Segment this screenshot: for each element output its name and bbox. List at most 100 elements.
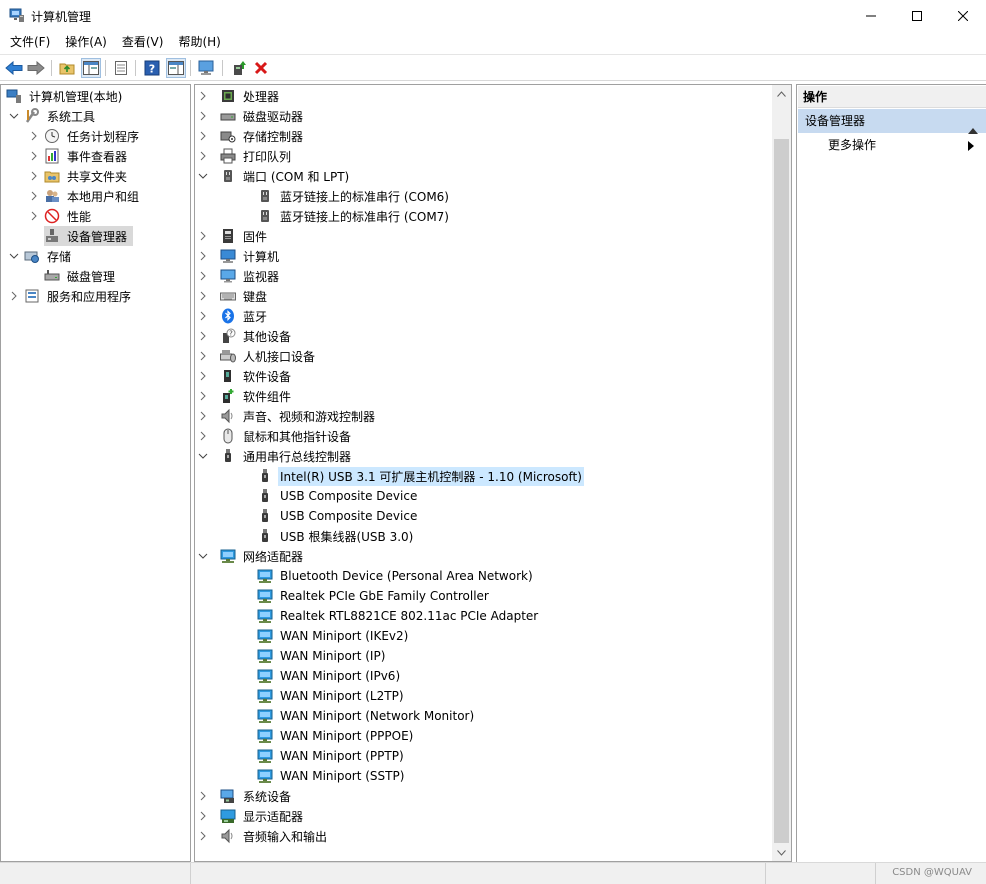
chevron-right-icon[interactable] bbox=[197, 370, 209, 382]
chevron-right-icon[interactable] bbox=[197, 430, 209, 442]
chevron-right-icon[interactable] bbox=[28, 170, 40, 182]
tree-item-system-tools[interactable]: 系统工具 bbox=[8, 106, 97, 126]
device-category[interactable]: 软件设备 bbox=[200, 366, 293, 386]
scroll-up-arrow-icon[interactable] bbox=[772, 85, 791, 102]
chevron-right-icon[interactable] bbox=[197, 790, 209, 802]
show-hide-tree-icon[interactable] bbox=[81, 58, 101, 78]
device-item[interactable]: Realtek RTL8821CE 802.11ac PCIe Adapter bbox=[257, 606, 540, 626]
collapse-up-icon[interactable] bbox=[968, 118, 978, 142]
device-category[interactable]: 监视器 bbox=[200, 266, 281, 286]
device-item[interactable]: WAN Miniport (PPTP) bbox=[257, 746, 406, 766]
uninstall-device-icon[interactable] bbox=[251, 58, 271, 78]
chevron-right-icon[interactable] bbox=[197, 350, 209, 362]
device-category[interactable]: 打印队列 bbox=[200, 146, 293, 166]
device-category[interactable]: 端口 (COM 和 LPT) bbox=[198, 166, 351, 186]
chevron-right-icon[interactable] bbox=[8, 290, 20, 302]
device-item[interactable]: 蓝牙链接上的标准串行 (COM6) bbox=[257, 186, 451, 206]
device-category[interactable]: 键盘 bbox=[200, 286, 269, 306]
submenu-right-icon[interactable] bbox=[968, 140, 974, 154]
menu-action[interactable]: 操作(A) bbox=[60, 31, 112, 53]
chevron-right-icon[interactable] bbox=[197, 130, 209, 142]
device-category[interactable]: 鼠标和其他指针设备 bbox=[200, 426, 353, 446]
chevron-down-icon[interactable] bbox=[197, 450, 209, 462]
chevron-right-icon[interactable] bbox=[28, 130, 40, 142]
device-item[interactable]: WAN Miniport (L2TP) bbox=[257, 686, 406, 706]
device-category[interactable]: ? 其他设备 bbox=[200, 326, 293, 346]
close-button[interactable] bbox=[940, 0, 986, 31]
chevron-right-icon[interactable] bbox=[197, 330, 209, 342]
back-arrow-icon[interactable] bbox=[4, 58, 24, 78]
device-category[interactable]: 蓝牙 bbox=[200, 306, 269, 326]
chevron-right-icon[interactable] bbox=[197, 830, 209, 842]
chevron-right-icon[interactable] bbox=[197, 270, 209, 282]
tree-item-storage[interactable]: 存储 bbox=[8, 246, 73, 266]
chevron-right-icon[interactable] bbox=[197, 310, 209, 322]
up-folder-icon[interactable] bbox=[57, 58, 77, 78]
device-item[interactable]: WAN Miniport (IPv6) bbox=[257, 666, 402, 686]
device-item[interactable]: Bluetooth Device (Personal Area Network) bbox=[257, 566, 535, 586]
chevron-right-icon[interactable] bbox=[197, 810, 209, 822]
device-item[interactable]: USB 根集线器(USB 3.0) bbox=[257, 526, 415, 546]
help-icon[interactable]: ? bbox=[142, 58, 162, 78]
device-category[interactable]: 软件组件 bbox=[200, 386, 293, 406]
device-item[interactable]: WAN Miniport (Network Monitor) bbox=[257, 706, 476, 726]
device-category[interactable]: 计算机 bbox=[200, 246, 281, 266]
chevron-right-icon[interactable] bbox=[197, 90, 209, 102]
more-actions-item[interactable]: 更多操作 bbox=[828, 135, 876, 155]
device-category[interactable]: 通用串行总线控制器 bbox=[198, 446, 353, 466]
update-driver-icon[interactable] bbox=[229, 58, 249, 78]
show-action-pane-icon[interactable] bbox=[166, 58, 186, 78]
chevron-right-icon[interactable] bbox=[28, 210, 40, 222]
device-item[interactable]: Realtek PCIe GbE Family Controller bbox=[257, 586, 491, 606]
menu-help[interactable]: 帮助(H) bbox=[173, 31, 225, 53]
chevron-right-icon[interactable] bbox=[28, 190, 40, 202]
chevron-down-icon[interactable] bbox=[8, 250, 20, 262]
maximize-button[interactable] bbox=[894, 0, 940, 31]
tree-item-services-applications[interactable]: 服务和应用程序 bbox=[8, 286, 133, 306]
device-category[interactable]: 磁盘驱动器 bbox=[200, 106, 305, 126]
tree-item-performance[interactable]: 性能 bbox=[28, 206, 93, 226]
chevron-right-icon[interactable] bbox=[197, 290, 209, 302]
chevron-right-icon[interactable] bbox=[197, 410, 209, 422]
menu-view[interactable]: 查看(V) bbox=[117, 31, 169, 53]
actions-section-device-manager[interactable]: 设备管理器 bbox=[798, 109, 986, 134]
chevron-right-icon[interactable] bbox=[197, 390, 209, 402]
chevron-right-icon[interactable] bbox=[197, 250, 209, 262]
vertical-scrollbar[interactable] bbox=[772, 85, 791, 861]
device-item[interactable]: WAN Miniport (SSTP) bbox=[257, 766, 406, 786]
device-item[interactable]: 蓝牙链接上的标准串行 (COM7) bbox=[257, 206, 451, 226]
menu-file[interactable]: 文件(F) bbox=[5, 31, 55, 53]
scroll-down-arrow-icon[interactable] bbox=[772, 844, 791, 861]
device-category[interactable]: 音频输入和输出 bbox=[200, 826, 329, 846]
tree-item-event-viewer[interactable]: 事件查看器 bbox=[28, 146, 129, 166]
chevron-right-icon[interactable] bbox=[197, 110, 209, 122]
device-item[interactable]: Intel(R) USB 3.1 可扩展主机控制器 - 1.10 (Micros… bbox=[257, 466, 584, 486]
forward-arrow-icon[interactable] bbox=[26, 58, 46, 78]
device-category[interactable]: 网络适配器 bbox=[198, 546, 305, 566]
device-item[interactable]: USB Composite Device bbox=[257, 506, 419, 526]
device-category[interactable]: 存储控制器 bbox=[200, 126, 305, 146]
device-category[interactable]: 人机接口设备 bbox=[200, 346, 317, 366]
device-item[interactable]: USB Composite Device bbox=[257, 486, 419, 506]
chevron-down-icon[interactable] bbox=[8, 110, 20, 122]
tree-item-computer-management[interactable]: 计算机管理(本地) bbox=[6, 86, 124, 106]
chevron-down-icon[interactable] bbox=[197, 550, 209, 562]
properties-icon[interactable] bbox=[111, 58, 131, 78]
device-category[interactable]: 声音、视频和游戏控制器 bbox=[200, 406, 377, 426]
device-category[interactable]: 系统设备 bbox=[200, 786, 293, 806]
device-item[interactable]: WAN Miniport (IKEv2) bbox=[257, 626, 410, 646]
tree-item-device-manager[interactable]: 设备管理器 bbox=[44, 226, 134, 246]
chevron-right-icon[interactable] bbox=[197, 150, 209, 162]
tree-item-shared-folders[interactable]: 共享文件夹 bbox=[28, 166, 129, 186]
scrollbar-thumb[interactable] bbox=[774, 139, 789, 843]
minimize-button[interactable] bbox=[848, 0, 894, 31]
tree-item-task-scheduler[interactable]: 任务计划程序 bbox=[28, 126, 141, 146]
device-item[interactable]: WAN Miniport (IP) bbox=[257, 646, 387, 666]
device-category[interactable]: 固件 bbox=[200, 226, 269, 246]
device-category[interactable]: 处理器 bbox=[200, 86, 281, 106]
chevron-down-icon[interactable] bbox=[197, 170, 209, 182]
tree-item-disk-management[interactable]: 磁盘管理 bbox=[44, 266, 117, 286]
chevron-right-icon[interactable] bbox=[28, 150, 40, 162]
device-item[interactable]: WAN Miniport (PPPOE) bbox=[257, 726, 415, 746]
device-category[interactable]: 显示适配器 bbox=[200, 806, 305, 826]
